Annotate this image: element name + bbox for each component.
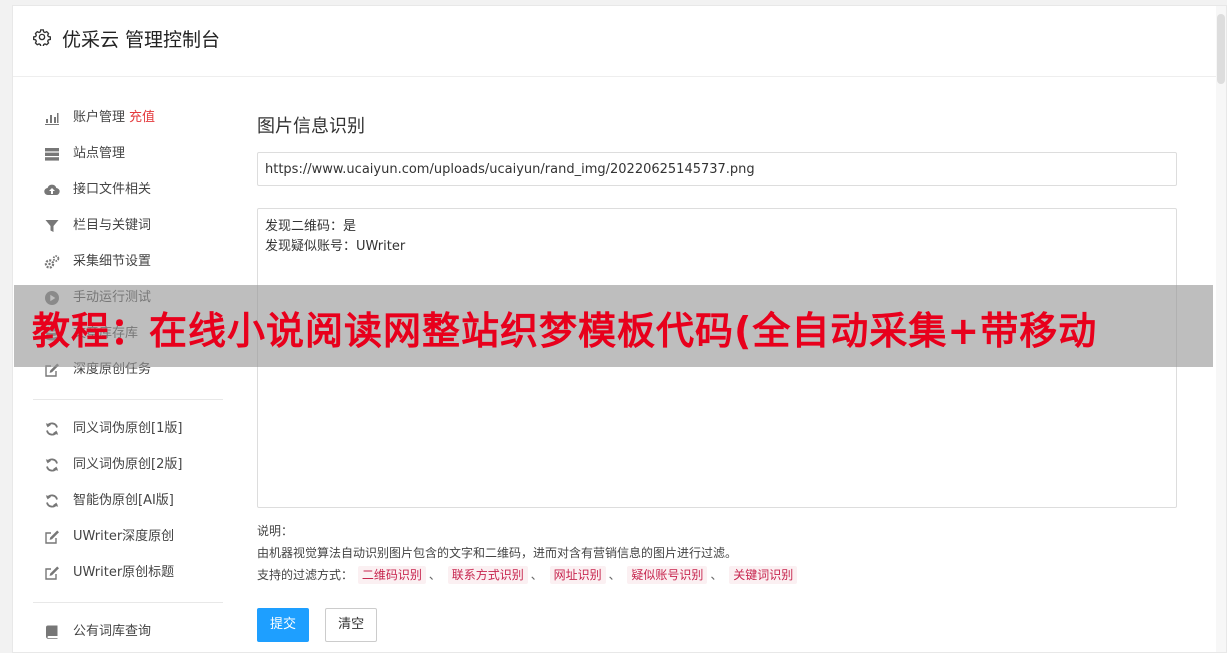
result-line: 发现二维码：是 (265, 219, 357, 234)
notes-text: 由机器视觉算法自动识别图片包含的文字和二维码，进而对含有营销信息的图片进行过滤。 (257, 546, 738, 560)
sidebar-item[interactable]: UWriter原创标题 (33, 555, 223, 591)
scrollbar-thumb[interactable] (1217, 14, 1225, 84)
notes-label: 说明： (257, 524, 294, 538)
sidebar-item[interactable]: UWriter深度原创 (33, 519, 223, 555)
sidebar-divider (33, 602, 223, 603)
sidebar-item[interactable]: 账户管理 充值 (33, 100, 223, 136)
gear-icon (33, 28, 51, 48)
filter-tag: 联系方式识别 (447, 566, 528, 584)
sidebar-item[interactable]: 智能伪原创[AI版] (33, 483, 223, 519)
watermark-text: 教程：在线小说阅读网整站织梦模板代码(全自动采集+带移动 (32, 309, 1098, 353)
tag-separator: 、 (710, 568, 723, 582)
filter-tag: 网址识别 (549, 566, 606, 584)
notes: 说明： 由机器视觉算法自动识别图片包含的文字和二维码，进而对含有营销信息的图片进… (257, 520, 1177, 586)
tag-separator: 、 (530, 568, 543, 582)
gears-icon (44, 254, 60, 270)
sidebar-item-label: 同义词伪原创[1版] (73, 421, 183, 436)
filter-tag: 关键词识别 (729, 566, 798, 584)
tag-separator: 、 (428, 568, 441, 582)
sidebar-item-label: 同义词伪原创[2版] (73, 457, 183, 472)
sidebar-item[interactable]: 接口文件相关 (33, 172, 223, 208)
page-title: 优采云 管理控制台 (62, 29, 221, 51)
sidebar-item-label: 账户管理 (73, 110, 126, 125)
book-icon (44, 624, 60, 640)
clear-button[interactable]: 清空 (325, 608, 378, 642)
sidebar-item[interactable]: 站点管理 (33, 136, 223, 172)
filter-label: 支持的过滤方式： (257, 568, 354, 582)
sidebar: 账户管理充值站点管理接口文件相关栏目与关键词采集细节设置手动运行测试文章库存库深… (33, 100, 223, 650)
refresh-icon (44, 421, 60, 437)
edit-icon (44, 529, 60, 545)
sidebar-item-label: 公有词库查询 (73, 624, 152, 639)
scrollbar[interactable] (1216, 6, 1226, 652)
filter-tag: 二维码识别 (357, 566, 426, 584)
sidebar-item-label: 站点管理 (73, 146, 126, 161)
sidebar-item-label: 接口文件相关 (73, 182, 152, 197)
sidebar-item[interactable]: 公有词库查询 (33, 614, 223, 650)
bar-chart-icon (44, 110, 60, 126)
tag-separator: 、 (608, 568, 621, 582)
submit-button[interactable]: 提交 (257, 608, 310, 642)
sidebar-item-label: 采集细节设置 (73, 254, 152, 269)
result-line: 发现疑似账号：UWriter (265, 239, 406, 254)
filter-methods: 支持的过滤方式： 二维码识别、 联系方式识别、 网址识别、 疑似账号识别、 关键… (257, 564, 1177, 586)
page-header: 优采云 管理控制台 (13, 6, 1226, 77)
refresh-icon (44, 493, 60, 509)
image-url-input[interactable] (257, 152, 1177, 186)
form-buttons: 提交 清空 (257, 608, 1177, 642)
sidebar-item[interactable]: 同义词伪原创[1版] (33, 411, 223, 447)
sidebar-item[interactable]: 采集细节设置 (33, 244, 223, 280)
main-content: 图片信息识别 发现二维码：是 发现疑似账号：UWriter 说明： 由机器视觉算… (257, 106, 1177, 642)
filter-icon (44, 218, 60, 234)
cloud-upload-icon (44, 182, 60, 198)
sidebar-item-label: UWriter深度原创 (73, 529, 175, 544)
recharge-link[interactable]: 充值 (129, 110, 155, 125)
watermark-banner: 教程：在线小说阅读网整站织梦模板代码(全自动采集+带移动 (14, 285, 1213, 367)
edit-icon (44, 565, 60, 581)
sidebar-item-label: UWriter原创标题 (73, 565, 175, 580)
server-icon (44, 146, 60, 162)
sidebar-divider (33, 399, 223, 400)
sidebar-item[interactable]: 栏目与关键词 (33, 208, 223, 244)
section-title: 图片信息识别 (257, 116, 365, 137)
filter-tag: 疑似账号识别 (627, 566, 708, 584)
sidebar-item-label: 栏目与关键词 (73, 218, 152, 233)
sidebar-item[interactable]: 同义词伪原创[2版] (33, 447, 223, 483)
refresh-icon (44, 457, 60, 473)
sidebar-item-label: 智能伪原创[AI版] (73, 493, 174, 508)
